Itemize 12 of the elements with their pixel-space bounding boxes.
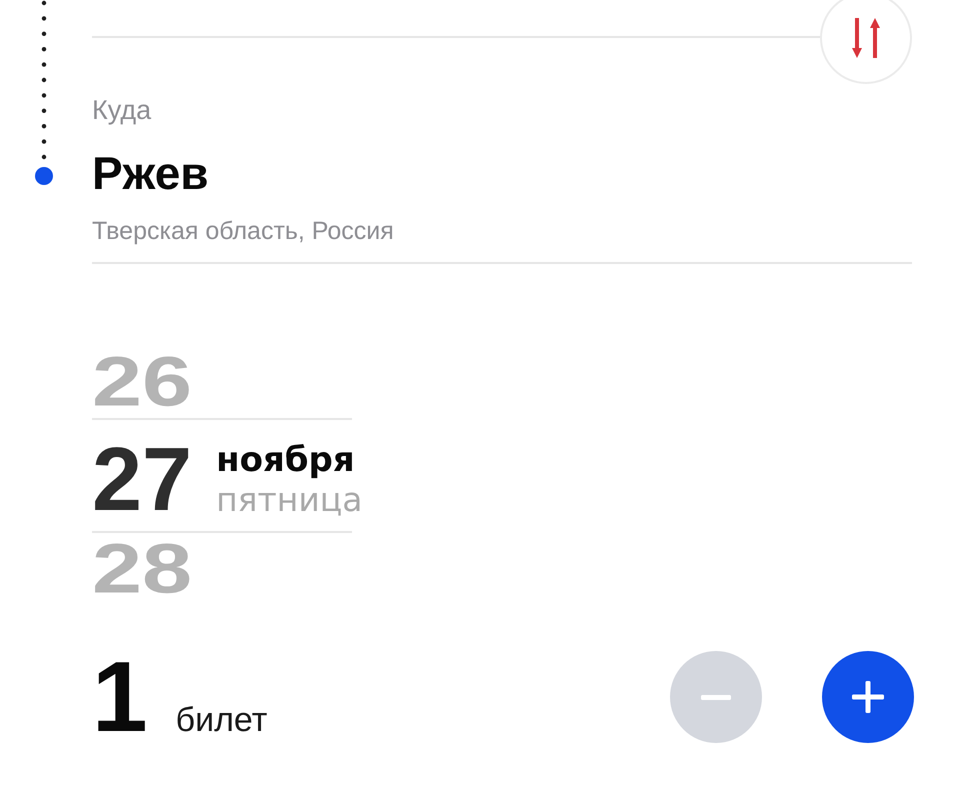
plus-icon	[852, 681, 884, 713]
weekday-label: пятница	[216, 480, 362, 520]
swap-arrows-icon	[852, 18, 880, 58]
minus-icon	[701, 694, 731, 700]
destination-label: Куда	[92, 94, 152, 126]
destination-city[interactable]: Ржев	[92, 146, 912, 200]
day-number[interactable]: 27	[92, 435, 192, 525]
month-label: ноября	[216, 440, 356, 480]
location-dot-icon	[35, 167, 53, 185]
ticket-count: 1	[92, 647, 148, 747]
destination-region: Тверская область, Россия	[92, 216, 395, 246]
ticket-unit-label: билет	[176, 701, 268, 740]
